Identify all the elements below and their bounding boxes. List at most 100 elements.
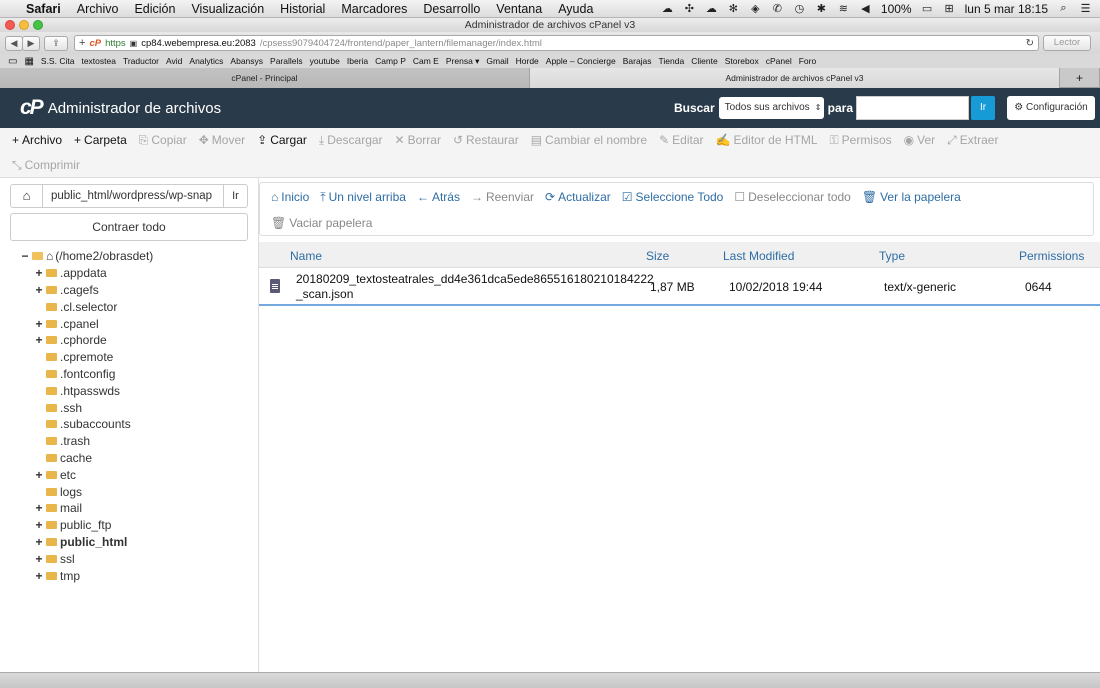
column-permissions[interactable]: Permissions: [1019, 249, 1084, 263]
cpanel-logo[interactable]: cP: [20, 96, 44, 120]
carpeta-button[interactable]: + Carpeta: [74, 133, 127, 147]
close-window-icon[interactable]: [5, 20, 15, 30]
dropbox-icon[interactable]: ✣: [683, 2, 696, 15]
bookmark-s-s-cita[interactable]: S.S. Cita: [41, 56, 75, 66]
tree-item-ssh[interactable]: .ssh: [10, 399, 250, 416]
home-icon[interactable]: ⌂: [11, 185, 43, 207]
bookmark-prensa[interactable]: Prensa ▾: [446, 56, 480, 67]
bookmark-camp-p[interactable]: Camp P: [375, 56, 406, 66]
expand-plus-icon[interactable]: +: [34, 333, 44, 347]
bookmark-cliente[interactable]: Cliente: [691, 56, 717, 66]
forward-arrow-icon[interactable]: ▶: [22, 35, 40, 51]
tree-item-cpanel[interactable]: + .cpanel: [10, 315, 250, 332]
un-nivel-arriba-button[interactable]: ⤒ Un nivel arriba: [320, 190, 406, 205]
tree-item-etc[interactable]: + etc: [10, 466, 250, 483]
comprimir-button[interactable]: ⤡ Comprimir: [12, 158, 80, 173]
editor-de-html-button[interactable]: ✍ Editor de HTML: [716, 133, 818, 147]
new-tab-plus-icon[interactable]: +: [1060, 68, 1100, 88]
reader-button[interactable]: Lector: [1043, 35, 1091, 51]
tree-item-cphorde[interactable]: + .cphorde: [10, 332, 250, 349]
search-input[interactable]: [856, 96, 969, 120]
expand-plus-icon[interactable]: +: [34, 552, 44, 566]
phone-icon[interactable]: ✆: [771, 2, 784, 15]
tree-item-subaccounts[interactable]: .subaccounts: [10, 416, 250, 433]
ver-la-papelera-button[interactable]: 🗑 Ver la papelera: [862, 190, 961, 204]
path-input[interactable]: public_html/wordpress/wp-snap: [43, 190, 223, 202]
editar-button[interactable]: ✎ Editar: [659, 133, 703, 147]
inicio-button[interactable]: ⌂ Inicio: [271, 190, 309, 204]
tree-item-trash[interactable]: .trash: [10, 433, 250, 450]
search-scope-select[interactable]: Todos sus archivos ⇕: [718, 97, 824, 119]
tree-item-cpremote[interactable]: .cpremote: [10, 349, 250, 366]
bookmark-textostea[interactable]: textostea: [81, 56, 116, 66]
tree-item-cache[interactable]: cache: [10, 450, 250, 467]
tree-item-mail[interactable]: + mail: [10, 500, 250, 517]
expand-plus-icon[interactable]: +: [34, 266, 44, 280]
bookmark-avid[interactable]: Avid: [166, 56, 182, 66]
cloud-sync-icon[interactable]: ☁: [705, 2, 718, 15]
path-go-button[interactable]: Ir: [223, 185, 247, 207]
menu-desarrollo[interactable]: Desarrollo: [415, 2, 488, 16]
bookmark-cpanel[interactable]: cPanel: [766, 56, 792, 66]
time-machine-icon[interactable]: ◷: [793, 2, 806, 15]
expand-plus-icon[interactable]: +: [34, 535, 44, 549]
permisos-button[interactable]: ⚿ Permisos: [830, 133, 892, 148]
bookmark-gmail[interactable]: Gmail: [486, 56, 508, 66]
add-bookmark-icon[interactable]: +: [79, 37, 85, 49]
expand-plus-icon[interactable]: +: [34, 317, 44, 331]
cloud-icon[interactable]: ☁: [661, 2, 674, 15]
tree-item-fontconfig[interactable]: .fontconfig: [10, 366, 250, 383]
zoom-window-icon[interactable]: [33, 20, 43, 30]
bluetooth-icon[interactable]: ✱: [815, 2, 828, 15]
tab-file-manager[interactable]: Administrador de archivos cPanel v3: [530, 68, 1060, 88]
mover-button[interactable]: ✥ Mover: [199, 133, 245, 147]
restaurar-button[interactable]: ↺ Restaurar: [453, 133, 519, 147]
tree-item-htpasswds[interactable]: .htpasswds: [10, 382, 250, 399]
url-field[interactable]: + cP https ▣ cp84.webempresa.eu:2083/cps…: [74, 35, 1039, 51]
bookmark-abansys[interactable]: Abansys: [230, 56, 263, 66]
cambiar-el-nombre-button[interactable]: ▤ Cambiar el nombre: [531, 133, 647, 147]
expand-plus-icon[interactable]: +: [34, 283, 44, 297]
top-sites-grid-icon[interactable]: ▦: [24, 56, 33, 67]
extraer-button[interactable]: ⤢ Extraer: [947, 133, 998, 148]
input-menu-icon[interactable]: ⊞: [943, 2, 956, 15]
clock[interactable]: lun 5 mar 18:15: [965, 2, 1048, 16]
expand-plus-icon[interactable]: +: [34, 518, 44, 532]
column-type[interactable]: Type: [879, 249, 905, 263]
borrar-button[interactable]: ✕ Borrar: [395, 133, 441, 147]
column-size[interactable]: Size: [646, 249, 669, 263]
bookmark-storebox[interactable]: Storebox: [725, 56, 759, 66]
table-row[interactable]: 20180209_textosteatrales_dd4e361dca5ede8…: [259, 268, 1100, 306]
menu-visualizacion[interactable]: Visualización: [183, 2, 272, 16]
shield-icon[interactable]: ◈: [749, 2, 762, 15]
menu-ventana[interactable]: Ventana: [488, 2, 550, 16]
deseleccionar-todo-button[interactable]: ☐ Deseleccionar todo: [734, 190, 851, 204]
share-icon[interactable]: ⇪: [44, 35, 68, 51]
bookmark-analytics[interactable]: Analytics: [189, 56, 223, 66]
bookmark-cam-e[interactable]: Cam E: [413, 56, 439, 66]
reload-icon[interactable]: ↻: [1026, 38, 1034, 49]
search-go-button[interactable]: Ir: [971, 96, 995, 120]
volume-icon[interactable]: ◀: [859, 2, 872, 15]
bookmark-youtube[interactable]: youtube: [310, 56, 340, 66]
back-arrow-icon[interactable]: ◀: [5, 35, 23, 51]
spotlight-search-icon[interactable]: ⌕: [1057, 2, 1070, 15]
menu-edicion[interactable]: Edición: [126, 2, 183, 16]
bookmark-foro[interactable]: Foro: [799, 56, 816, 66]
tree-item-cagefs[interactable]: + .cagefs: [10, 282, 250, 299]
bookmark-horde[interactable]: Horde: [516, 56, 539, 66]
bookmark-apple-concierge[interactable]: Apple – Concierge: [546, 56, 616, 66]
tree-item-ssl[interactable]: + ssl: [10, 550, 250, 567]
minimize-window-icon[interactable]: [19, 20, 29, 30]
tree-item-appdata[interactable]: + .appdata: [10, 265, 250, 282]
column-last-modified[interactable]: Last Modified: [723, 249, 794, 263]
battery-percent[interactable]: 100%: [881, 2, 912, 16]
menu-historial[interactable]: Historial: [272, 2, 333, 16]
tree-item-home2-obrasdet[interactable]: − ⌂ (/home2/obrasdet): [10, 248, 250, 265]
collapse-minus-icon[interactable]: −: [20, 249, 30, 263]
bookmarks-book-icon[interactable]: ▭: [8, 56, 17, 67]
expand-plus-icon[interactable]: +: [34, 501, 44, 515]
tree-item-cl-selector[interactable]: .cl.selector: [10, 298, 250, 315]
menu-safari[interactable]: Safari: [18, 2, 69, 16]
vaciar-papelera-button[interactable]: 🗑 Vaciar papelera: [271, 216, 372, 230]
